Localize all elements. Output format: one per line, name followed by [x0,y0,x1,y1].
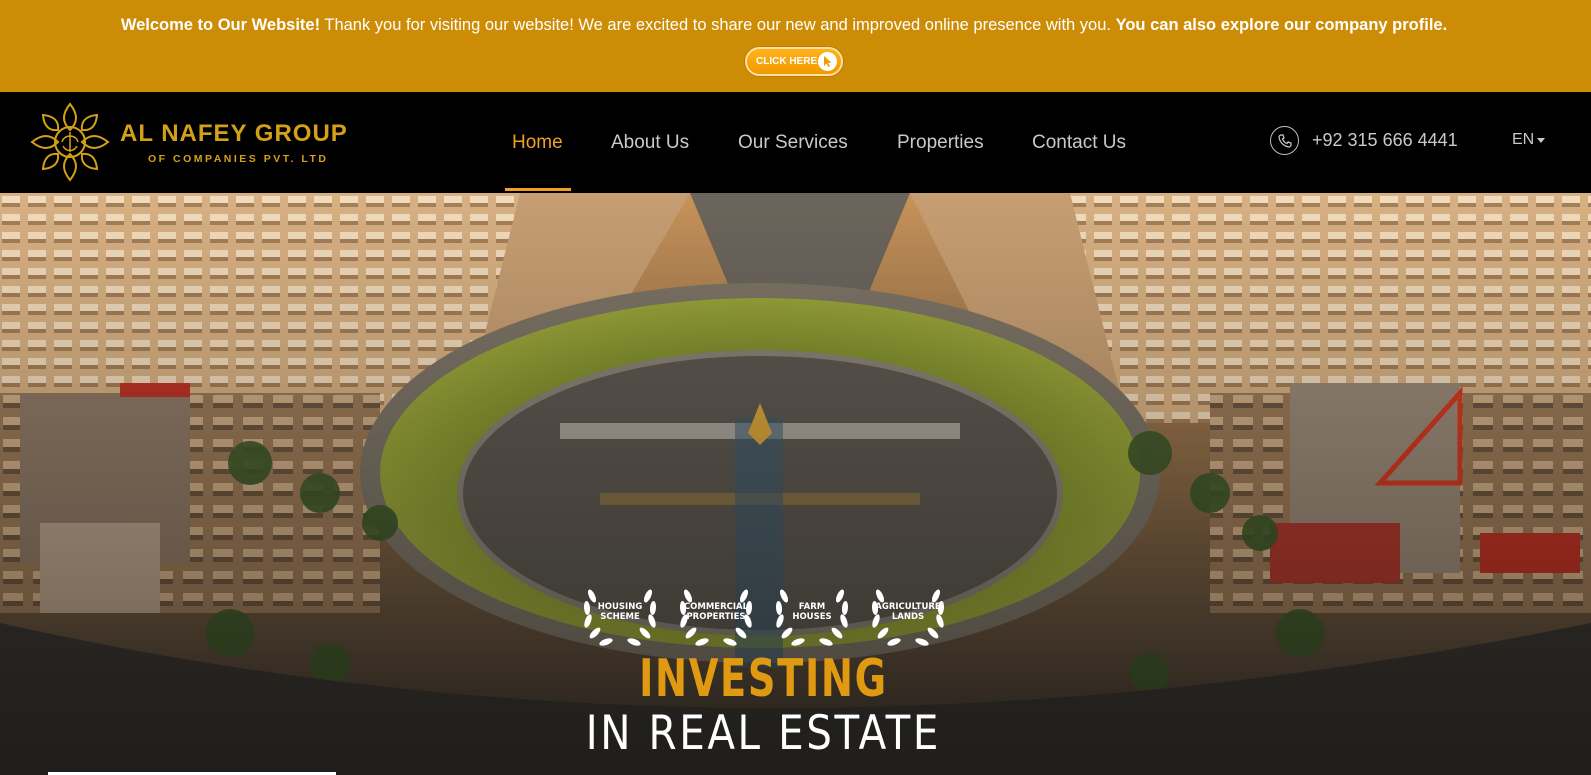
badge-label: FARM HOUSES [792,602,832,622]
site-header: AL NAFEY GROUP OF COMPANIES PVT. LTD Hom… [0,92,1591,193]
farm-houses-badge: FARM HOUSES [770,570,854,654]
click-here-button[interactable]: CLICK HERE [745,47,843,76]
nav-home[interactable]: Home [512,92,563,193]
announcement-bar: Welcome to Our Website! Thank you for vi… [0,0,1591,92]
nav-active-indicator [505,188,571,191]
language-selector[interactable]: EN [1512,131,1546,149]
phone-number[interactable]: +92 315 666 4441 [1312,130,1458,151]
housing-scheme-badge: HOUSING SCHEME [578,570,662,654]
brand-logo[interactable]: AL NAFEY GROUP OF COMPANIES PVT. LTD [28,100,378,184]
brand-subtitle: OF COMPANIES PVT. LTD [148,153,329,165]
announcement-text: Welcome to Our Website! Thank you for vi… [0,16,1568,35]
lotus-emblem-icon [30,102,110,182]
nav-contact-us[interactable]: Contact Us [1032,92,1126,193]
badge-label: AGRICULTURE LANDS [875,602,941,622]
badge-label: HOUSING SCHEME [597,602,643,622]
commercial-properties-badge: COMMERCIAL PROPERTIES [674,570,758,654]
brand-name: AL NAFEY GROUP [120,120,348,147]
nav-properties[interactable]: Properties [897,92,984,193]
hero-title-line2: IN REAL ESTATE [585,706,942,761]
language-label: EN [1512,131,1535,148]
announcement-message: Thank you for visiting our website! We a… [320,16,1116,34]
click-here-label: CLICK HERE [756,56,818,67]
phone-icon[interactable] [1270,126,1299,155]
badge-label: COMMERCIAL PROPERTIES [683,602,749,622]
nav-our-services[interactable]: Our Services [738,92,848,193]
announcement-welcome: Welcome to Our Website! [120,16,321,34]
nav-about-us[interactable]: About Us [611,92,689,193]
agriculture-lands-badge: AGRICULTURE LANDS [866,570,950,654]
hero-title-line1: INVESTING [639,649,888,709]
pointer-cursor-icon [818,52,837,71]
announcement-profile: You can also explore our company profile… [1115,16,1448,34]
hero-banner: HOUSING SCHEME COMMERCIAL PROPERTIES FAR… [0,193,1591,775]
chevron-down-icon [1537,137,1546,143]
